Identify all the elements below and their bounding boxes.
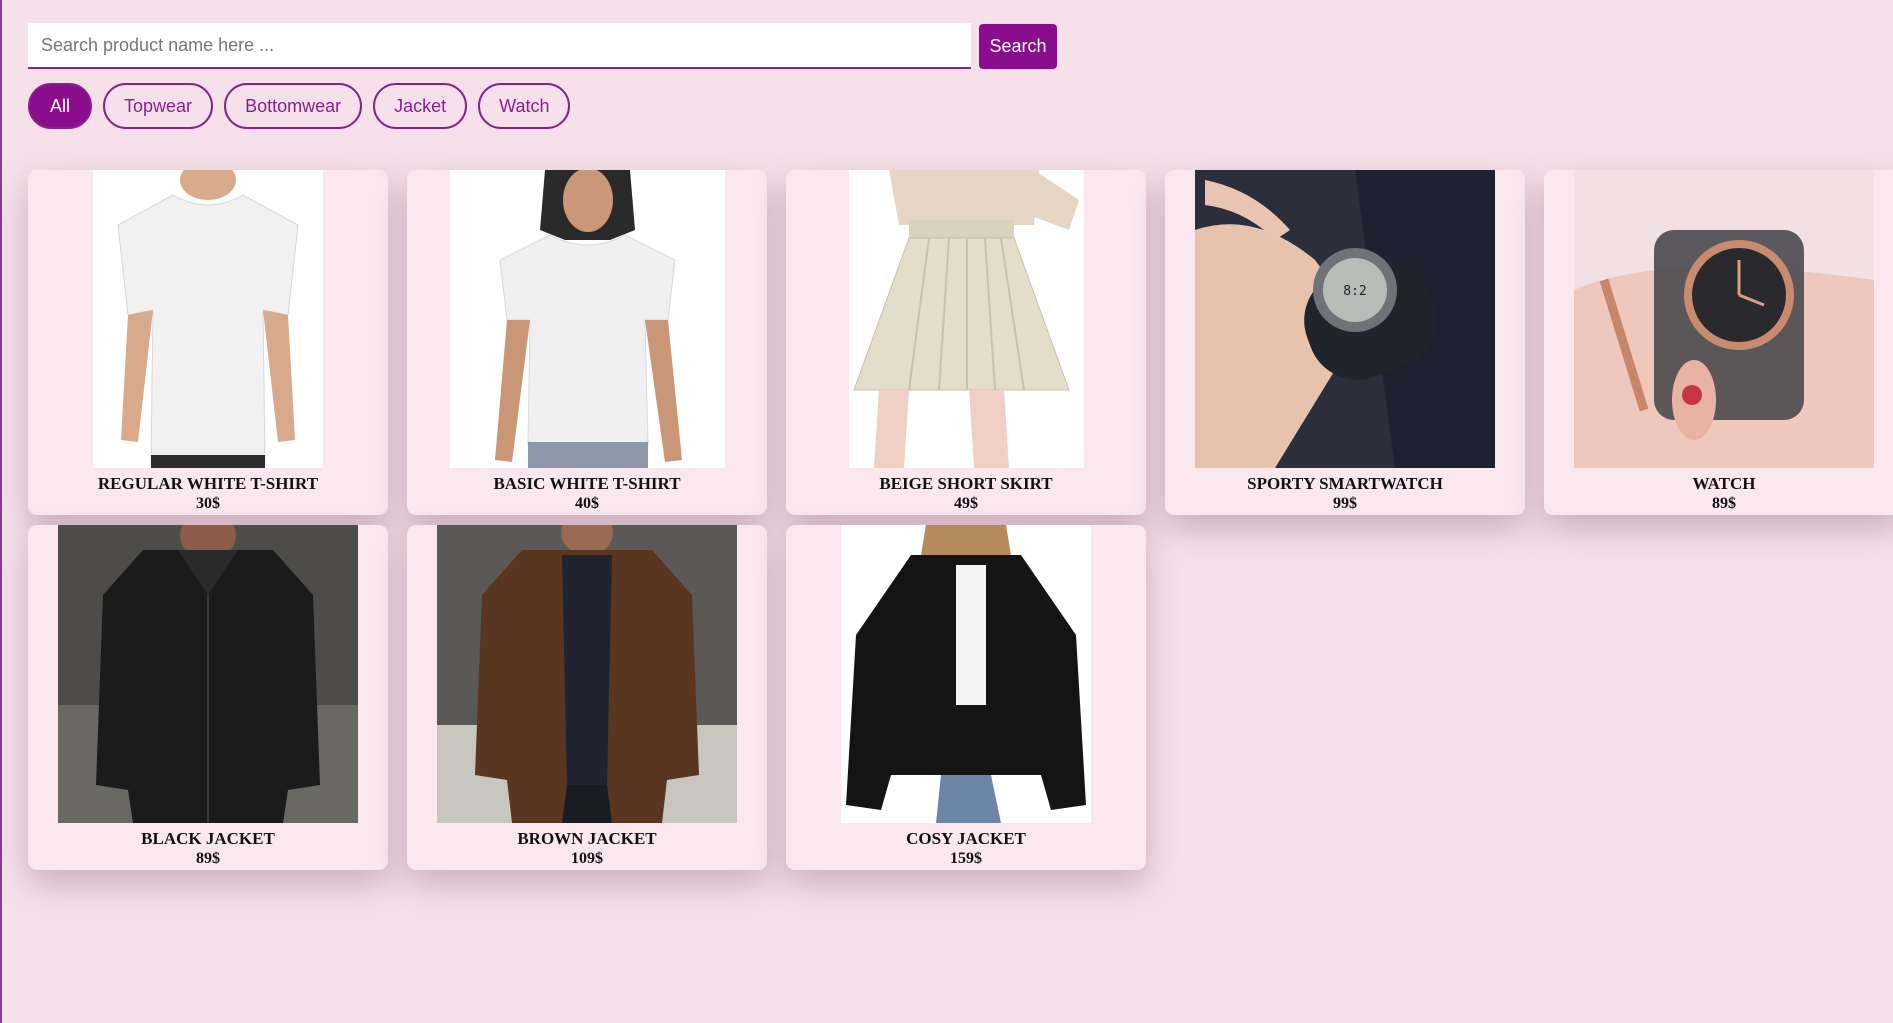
product-name: BLACK JACKET xyxy=(141,829,275,848)
product-name: REGULAR WHITE T-SHIRT xyxy=(97,474,319,493)
smartwatch-image: 8:2 xyxy=(1195,170,1495,468)
product-price: 159$ xyxy=(950,850,982,867)
product-price: 109$ xyxy=(571,850,603,867)
white-tshirt-woman-image xyxy=(449,170,725,468)
product-price: 99$ xyxy=(1333,495,1357,512)
product-card[interactable]: COSY JACKET 159$ xyxy=(786,525,1146,870)
filter-all[interactable]: All xyxy=(28,83,93,129)
product-price: 89$ xyxy=(196,850,220,867)
product-card[interactable]: REGULAR WHITE T-SHIRT 30$ xyxy=(28,170,388,515)
page: Search All Topwear Bottomwear Jacket Wat… xyxy=(0,0,1893,1023)
product-card[interactable]: BLACK JACKET 89$ xyxy=(28,525,388,870)
product-name: BEIGE SHORT SKIRT xyxy=(879,474,1053,493)
watch-image xyxy=(1574,170,1874,468)
black-jacket-image xyxy=(58,525,358,823)
product-price: 30$ xyxy=(196,495,220,512)
filter-jacket[interactable]: Jacket xyxy=(373,83,468,129)
product-card[interactable]: BEIGE SHORT SKIRT 49$ xyxy=(786,170,1146,515)
product-price: 49$ xyxy=(954,495,978,512)
product-price: 40$ xyxy=(575,495,599,512)
product-card[interactable]: 8:2 SPORTY SMARTWATCH 99$ xyxy=(1165,170,1525,515)
beige-skirt-image xyxy=(848,170,1084,468)
search-button[interactable]: Search xyxy=(979,23,1057,69)
product-name: WATCH xyxy=(1692,474,1756,493)
product-card[interactable]: BASIC WHITE T-SHIRT 40$ xyxy=(407,170,767,515)
category-filters: All Topwear Bottomwear Jacket Watch xyxy=(28,83,571,129)
product-grid: REGULAR WHITE T-SHIRT 30$ BASIC WHITE T-… xyxy=(28,170,1893,870)
product-name: BROWN JACKET xyxy=(517,829,657,848)
product-card[interactable]: BROWN JACKET 109$ xyxy=(407,525,767,870)
filter-watch[interactable]: Watch xyxy=(478,83,571,129)
filter-topwear[interactable]: Topwear xyxy=(103,83,214,129)
product-card[interactable]: WATCH 89$ xyxy=(1544,170,1893,515)
product-name: SPORTY SMARTWATCH xyxy=(1247,474,1443,493)
product-name: BASIC WHITE T-SHIRT xyxy=(493,474,681,493)
search-input[interactable] xyxy=(28,23,971,69)
search-bar: Search xyxy=(28,23,1057,69)
filter-bottomwear[interactable]: Bottomwear xyxy=(224,83,363,129)
product-name: COSY JACKET xyxy=(906,829,1026,848)
product-price: 89$ xyxy=(1712,495,1736,512)
cosy-jacket-image xyxy=(841,525,1091,823)
brown-jacket-image xyxy=(437,525,737,823)
svg-text:8:2: 8:2 xyxy=(1343,284,1366,299)
white-tshirt-man-image xyxy=(93,170,323,468)
